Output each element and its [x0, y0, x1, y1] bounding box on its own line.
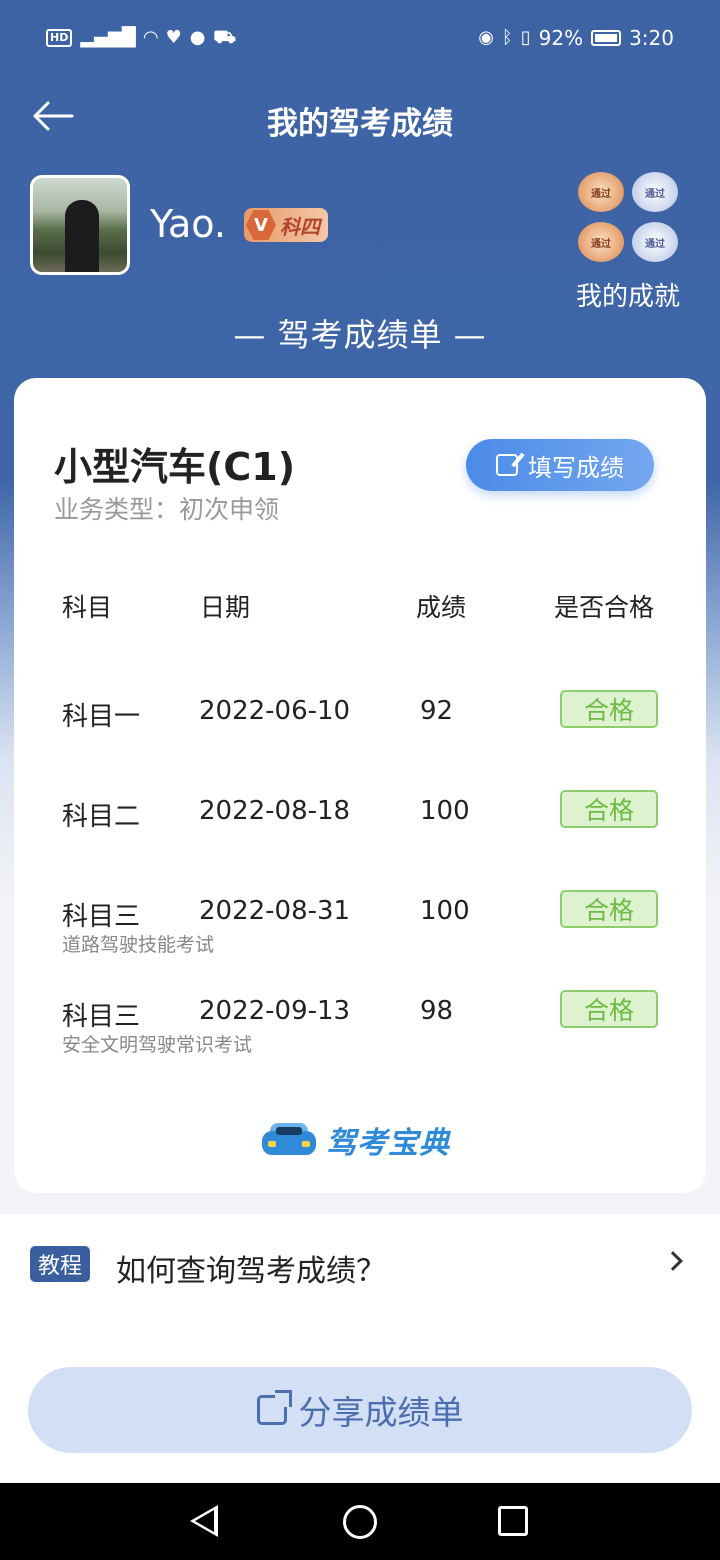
share-button[interactable]: 分享成绩单 — [28, 1367, 692, 1453]
battery-icon — [591, 30, 622, 46]
pass-badge: 合格 — [560, 690, 658, 728]
row-subject: 科目三 — [62, 902, 141, 932]
car-icon — [260, 1121, 318, 1159]
pass-badge: 合格 — [560, 790, 658, 828]
medal-icon: 通过 — [578, 222, 624, 262]
vibrate-icon: ▯ — [520, 27, 531, 48]
sheet-title: — 驾考成绩单 — — [233, 316, 487, 354]
pass-badge: 合格 — [560, 990, 658, 1028]
page-title: 我的驾考成绩 — [267, 106, 453, 142]
table-row: 科目三 2022-09-13 98 合格 安全文明驾驶常识考试 — [14, 990, 706, 1056]
brand-logo: 驾考宝典 — [260, 1118, 470, 1162]
battery-percent: 92% — [538, 26, 584, 50]
table-row: 科目三 2022-08-31 100 合格 道路驾驶技能考试 — [14, 890, 706, 956]
achievements-medals[interactable]: 通过 通过 通过 通过 — [578, 172, 682, 264]
globe-icon: ● — [189, 27, 206, 48]
row-score: 98 — [420, 996, 454, 1026]
avatar[interactable] — [30, 175, 130, 275]
col-header-subject: 科目 — [62, 593, 113, 622]
brand-name: 驾考宝典 — [326, 1126, 450, 1161]
clock: 3:20 — [629, 26, 674, 50]
col-header-date: 日期 — [200, 593, 251, 622]
nav-home-icon[interactable] — [343, 1505, 377, 1539]
row-date: 2022-08-18 — [199, 796, 351, 826]
eye-icon: ◉ — [478, 27, 494, 48]
system-nav-bar — [0, 1483, 720, 1560]
vehicle-type: 小型汽车(C1) — [54, 445, 296, 489]
signal-icon: ▂▄▆█ — [80, 27, 136, 48]
tutorial-text: 如何查询驾考成绩？ — [116, 1254, 386, 1289]
share-icon — [256, 1390, 292, 1425]
hd-icon: HD — [46, 29, 73, 47]
row-note: 道路驾驶技能考试 — [62, 934, 215, 956]
username: Yao. — [150, 202, 226, 246]
row-date: 2022-08-31 — [199, 896, 351, 926]
row-score: 92 — [420, 696, 454, 726]
fill-score-button[interactable]: 填写成绩 — [466, 439, 654, 491]
achievements-link[interactable]: 我的成就 — [560, 276, 696, 313]
bluetooth-icon: ᛒ — [501, 27, 513, 48]
row-date: 2022-06-10 — [199, 696, 351, 726]
table-row: 科目二 2022-08-18 100 合格 — [14, 790, 706, 856]
level-badge: V 科四 — [244, 208, 328, 242]
share-button-label: 分享成绩单 — [298, 1393, 464, 1432]
fill-score-label: 填写成绩 — [528, 453, 624, 482]
business-type: 业务类型：初次申领 — [54, 495, 280, 524]
medal-icon: 通过 — [632, 222, 678, 262]
medal-icon: 通过 — [632, 172, 678, 212]
score-card: 小型汽车(C1) 业务类型：初次申领 填写成绩 科目 日期 成绩 是否合格 科目… — [14, 378, 706, 1193]
col-header-score: 成绩 — [416, 593, 467, 622]
cart-icon: ⛟ — [213, 27, 237, 48]
medal-icon: 通过 — [578, 172, 624, 212]
row-score: 100 — [420, 896, 470, 926]
status-bar: HD ▂▄▆█ ◠ ♥ ● ⛟ ◉ ᛒ ▯ 92% 3:20 — [0, 22, 720, 62]
wifi-icon: ◠ — [143, 27, 158, 48]
row-score: 100 — [420, 796, 470, 826]
level-badge-label: 科四 — [280, 214, 320, 239]
pass-badge: 合格 — [560, 890, 658, 928]
row-note: 安全文明驾驶常识考试 — [62, 1034, 253, 1056]
heart-icon: ♥ — [165, 27, 182, 48]
edit-icon — [496, 454, 518, 476]
tutorial-row[interactable]: 教程 如何查询驾考成绩？ — [0, 1214, 720, 1318]
vip-icon: V — [246, 210, 276, 240]
row-subject: 科目三 — [62, 1002, 141, 1032]
tutorial-tag: 教程 — [30, 1246, 90, 1282]
row-subject: 科目二 — [62, 802, 141, 832]
row-date: 2022-09-13 — [199, 996, 351, 1026]
row-subject: 科目一 — [62, 702, 141, 732]
table-row: 科目一 2022-06-10 92 合格 — [14, 690, 706, 756]
nav-recents-icon[interactable] — [498, 1506, 528, 1536]
col-header-pass: 是否合格 — [554, 593, 655, 622]
chevron-right-icon — [663, 1251, 683, 1271]
nav-back-icon[interactable] — [190, 1505, 218, 1537]
